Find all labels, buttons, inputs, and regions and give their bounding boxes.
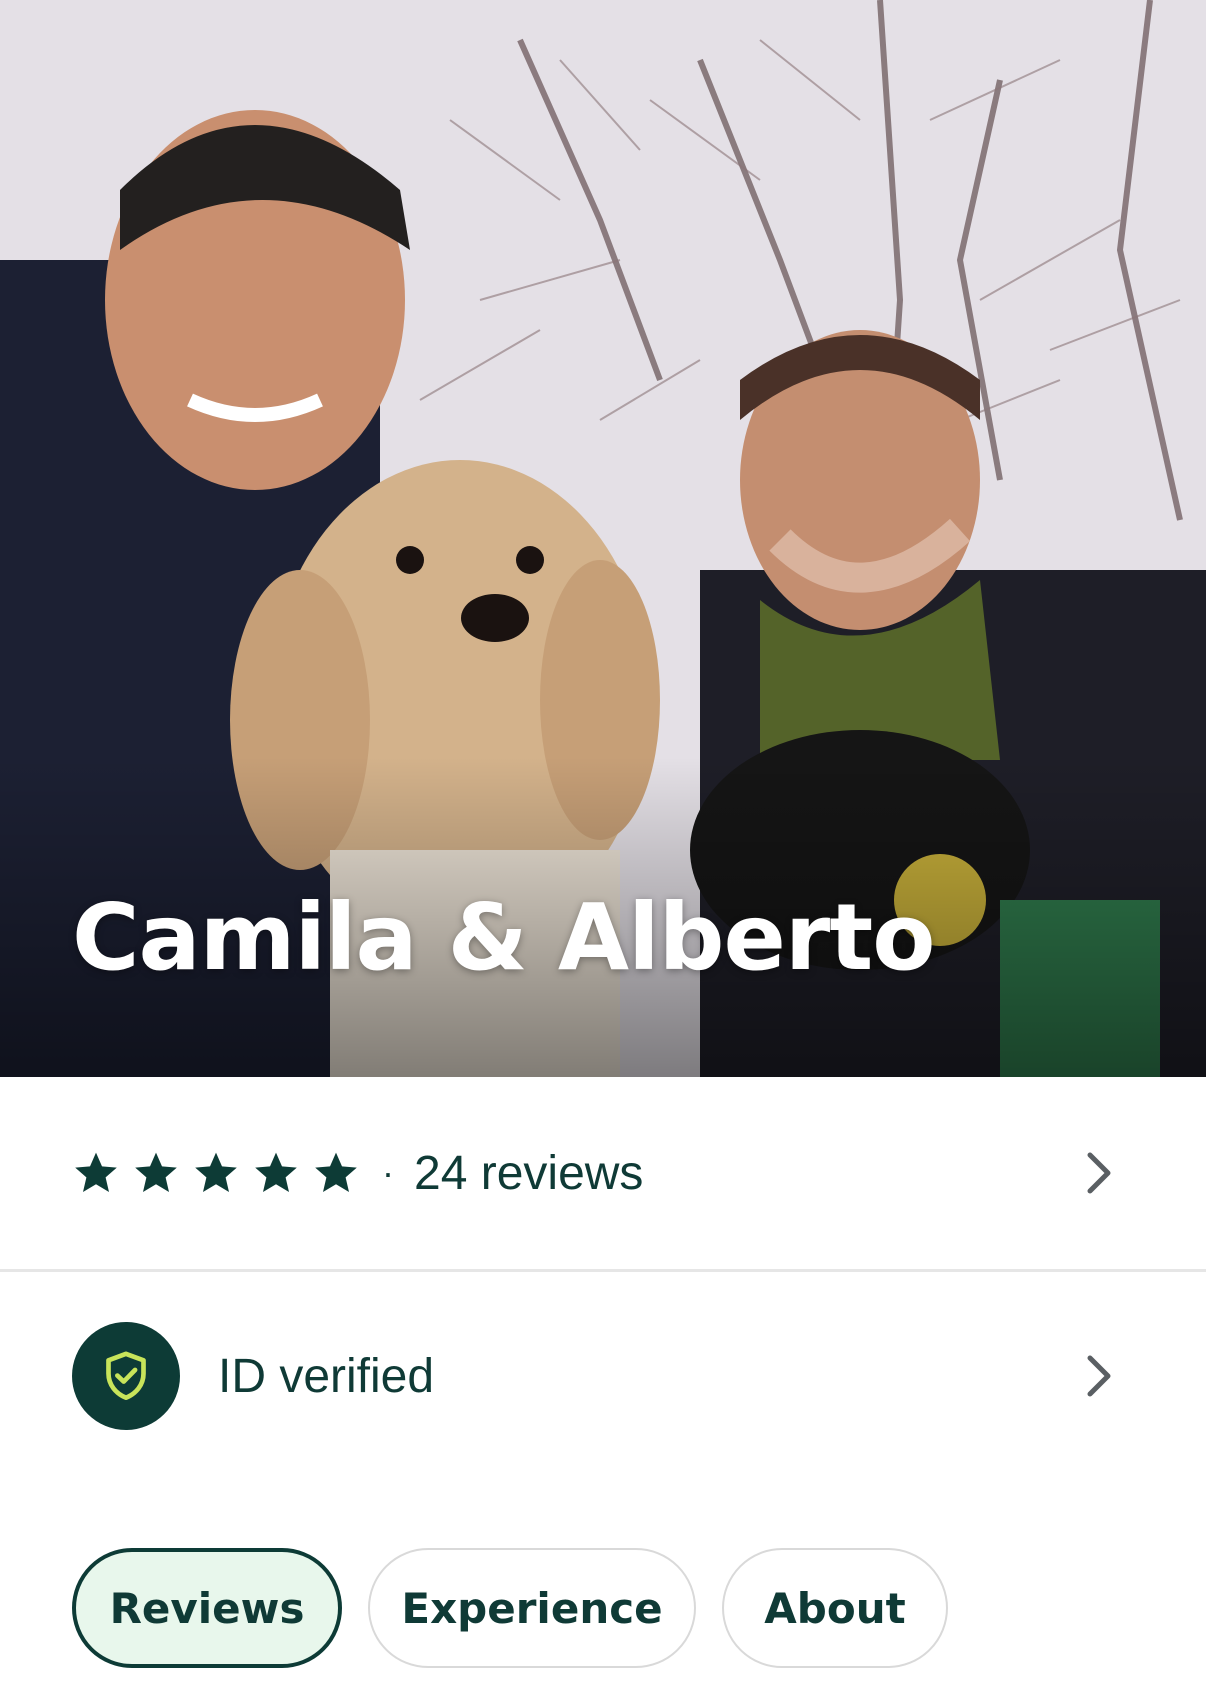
- tab-about[interactable]: About: [722, 1548, 948, 1668]
- section-divider: [0, 1269, 1206, 1272]
- profile-photo: Camila & Alberto: [0, 0, 1206, 1077]
- star-icon: [252, 1149, 300, 1197]
- chevron-right-icon[interactable]: [1080, 1350, 1120, 1402]
- profile-tabs: Reviews Experience About: [72, 1548, 948, 1668]
- separator-dot: ·: [382, 1152, 394, 1193]
- profile-name: Camila & Alberto: [72, 884, 935, 991]
- star-icon: [192, 1149, 240, 1197]
- chevron-right-icon[interactable]: [1080, 1147, 1120, 1199]
- star-icon: [312, 1149, 360, 1197]
- profile-page: Camila & Alberto · 24 reviews ID verifie…: [0, 0, 1206, 1684]
- id-verified-label: ID verified: [218, 1349, 435, 1403]
- tab-reviews[interactable]: Reviews: [72, 1548, 342, 1668]
- reviews-summary-row[interactable]: · 24 reviews: [0, 1077, 1206, 1269]
- star-icon: [132, 1149, 180, 1197]
- shield-check-icon: [106, 1351, 146, 1401]
- reviews-count: 24 reviews: [414, 1146, 644, 1200]
- id-verified-row[interactable]: ID verified: [0, 1300, 1206, 1452]
- tab-experience[interactable]: Experience: [368, 1548, 696, 1668]
- star-rating: [72, 1149, 360, 1197]
- verified-badge: [72, 1322, 180, 1430]
- star-icon: [72, 1149, 120, 1197]
